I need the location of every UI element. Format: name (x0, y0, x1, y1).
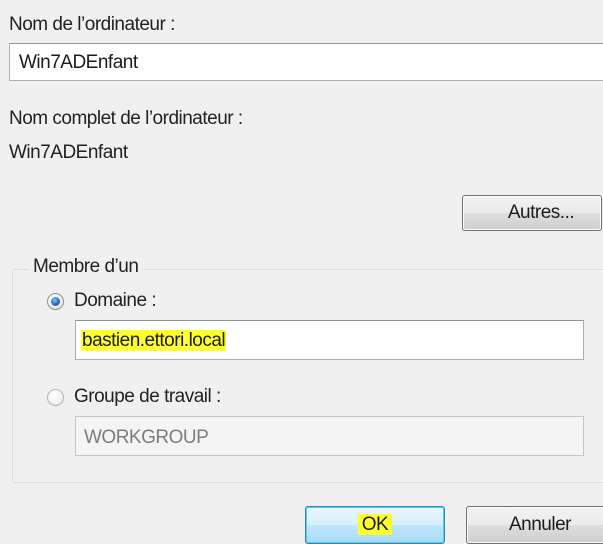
full-computer-name-label: Nom complet de l’ordinateur : (9, 108, 243, 129)
computer-name-label: Nom de l’ordinateur : (9, 14, 175, 35)
workgroup-value: WORKGROUP (84, 427, 209, 448)
computer-name-input[interactable]: Win7ADEnfant (9, 43, 603, 81)
ok-button-label: OK (357, 514, 393, 535)
domain-radio-label[interactable]: Domaine : (74, 290, 157, 312)
radio-selected-dot (51, 297, 60, 306)
domain-radio[interactable] (47, 293, 64, 310)
domain-input[interactable]: bastien.ettori.local (75, 320, 584, 360)
domain-value-highlight: bastien.ettori.local (81, 330, 227, 351)
workgroup-input: WORKGROUP (75, 416, 584, 456)
cancel-button-label: Annuler (509, 514, 572, 535)
more-button-label: Autres... (507, 202, 575, 223)
cancel-button[interactable]: Annuler (466, 506, 603, 544)
more-button[interactable]: Autres... (462, 195, 602, 231)
member-of-legend: Membre d’un (29, 256, 143, 278)
domain-value: bastien.ettori.local (81, 330, 227, 352)
full-computer-name-value: Win7ADEnfant (9, 142, 128, 163)
workgroup-radio-label[interactable]: Groupe de travail : (74, 386, 221, 408)
workgroup-radio[interactable] (47, 389, 64, 406)
ok-button[interactable]: OK (305, 506, 445, 544)
computer-name-value: Win7ADEnfant (19, 52, 138, 73)
